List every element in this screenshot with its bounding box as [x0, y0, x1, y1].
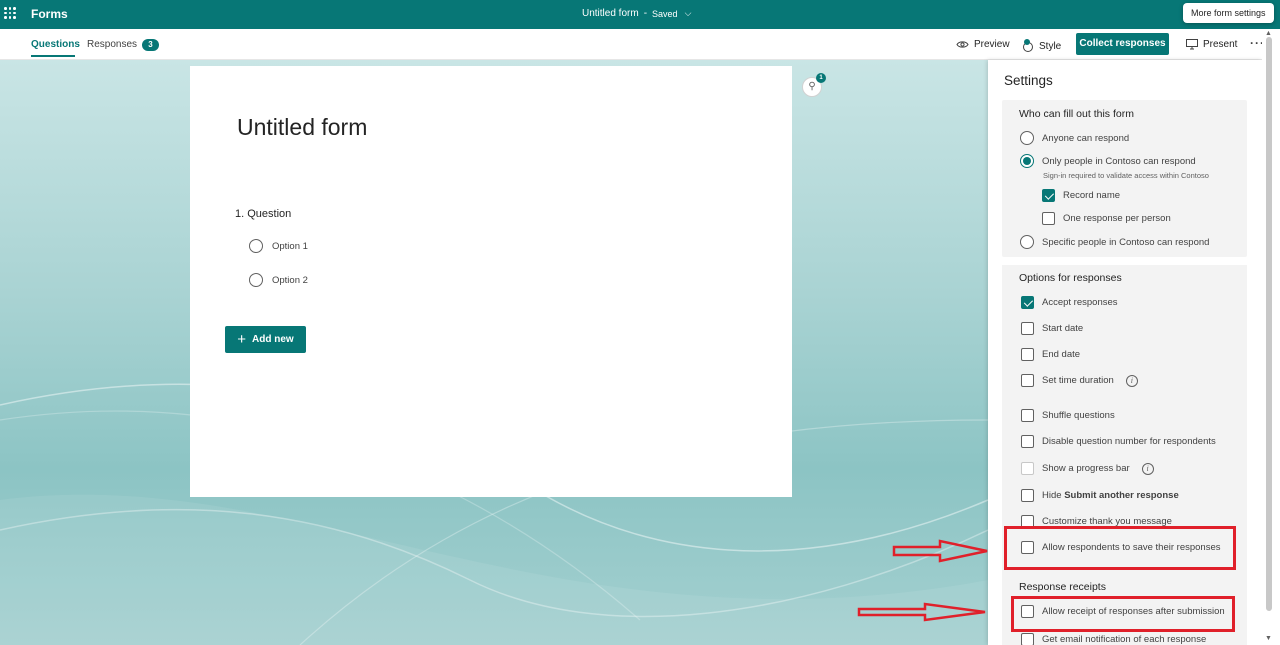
- tab-responses-label: Responses: [87, 39, 138, 50]
- highlight-allow-receipt: [1011, 596, 1235, 632]
- scroll-down-icon[interactable]: ▼: [1265, 635, 1272, 642]
- option-label: Option 2: [272, 274, 308, 286]
- palette-icon: [1023, 39, 1033, 52]
- checkbox[interactable]: [1021, 409, 1034, 422]
- chevron-down-icon: ⌵: [684, 8, 692, 18]
- one-response-checkbox[interactable]: One response per person: [1042, 212, 1171, 225]
- checkbox[interactable]: [1021, 489, 1034, 502]
- highlight-save-responses: [1004, 526, 1236, 570]
- document-title: Untitled form: [582, 8, 639, 19]
- checkbox-label: End date: [1042, 349, 1081, 360]
- checkbox-disabled[interactable]: [1021, 462, 1034, 475]
- add-new-button[interactable]: + Add new: [225, 326, 306, 353]
- checkbox-label: Accept responses: [1042, 297, 1118, 308]
- checkbox[interactable]: [1021, 435, 1034, 448]
- hide-bold-text: Submit another response: [1064, 490, 1179, 501]
- org-only-option[interactable]: Only people in Contoso can respond: [1020, 154, 1196, 168]
- option-label: Only people in Contoso can respond: [1042, 155, 1196, 167]
- org-sign-in-note: Sign-in required to validate access with…: [1043, 171, 1209, 180]
- checkbox[interactable]: [1021, 633, 1034, 645]
- question-option-2[interactable]: Option 2: [249, 273, 308, 287]
- checkbox-label: Set time duration: [1042, 375, 1114, 386]
- eye-icon: [956, 41, 969, 48]
- anyone-can-respond-option[interactable]: Anyone can respond: [1020, 131, 1129, 145]
- end-date-checkbox[interactable]: End date: [1021, 348, 1080, 361]
- question-title[interactable]: 1. Question: [235, 208, 291, 220]
- radio-button[interactable]: [1020, 131, 1034, 145]
- checkbox[interactable]: [1021, 322, 1034, 335]
- add-new-label: Add new: [252, 334, 294, 345]
- top-app-bar: Forms Untitled form - Saved ⌵ More form …: [0, 0, 1280, 29]
- ideas-count-badge: 1: [816, 73, 826, 83]
- receipts-section-title: Response receipts: [1019, 581, 1106, 593]
- option-label: Option 1: [272, 240, 308, 252]
- collect-responses-button[interactable]: Collect responses: [1076, 33, 1169, 55]
- title-separator: -: [643, 8, 648, 19]
- question-option-1[interactable]: Option 1: [249, 239, 308, 253]
- info-icon[interactable]: i: [1125, 374, 1138, 387]
- style-label: Style: [1039, 40, 1062, 52]
- command-bar: Questions Responses 3 Preview Style Colle…: [0, 29, 1270, 60]
- checkbox[interactable]: [1042, 212, 1055, 225]
- scroll-thumb[interactable]: [1266, 37, 1272, 611]
- checkbox-label: Get email notification of each response: [1042, 634, 1207, 645]
- accept-responses-checkbox[interactable]: Accept responses: [1021, 296, 1118, 309]
- start-date-checkbox[interactable]: Start date: [1021, 322, 1083, 335]
- who-section-title: Who can fill out this form: [1019, 108, 1134, 120]
- settings-title: Settings: [1004, 73, 1053, 88]
- responses-count-badge: 3: [142, 39, 160, 51]
- checkbox-label: Start date: [1042, 323, 1084, 334]
- form-title[interactable]: Untitled form: [237, 114, 367, 141]
- form-card: Untitled form 1. Question Option 1 Optio…: [190, 66, 792, 497]
- radio-button[interactable]: [1020, 235, 1034, 249]
- checkbox[interactable]: [1021, 374, 1034, 387]
- disable-question-number-checkbox[interactable]: Disable question number for respondents: [1021, 435, 1216, 448]
- checkbox-checked[interactable]: [1042, 189, 1055, 202]
- email-notification-checkbox[interactable]: Get email notification of each response: [1021, 633, 1206, 645]
- option-label: Specific people in Contoso can respond: [1042, 236, 1210, 248]
- time-duration-checkbox[interactable]: Set time duration i: [1021, 374, 1138, 387]
- option-label: Anyone can respond: [1042, 132, 1130, 144]
- hide-prefix: Hide: [1042, 490, 1062, 501]
- app-launcher-icon[interactable]: [4, 7, 16, 19]
- checkbox[interactable]: [1021, 348, 1034, 361]
- checkbox-label: Shuffle questions: [1042, 410, 1115, 421]
- checkbox-label: One response per person: [1063, 213, 1171, 224]
- monitor-icon: [1186, 39, 1198, 50]
- options-section-title: Options for responses: [1019, 272, 1122, 284]
- option-radio[interactable]: [249, 239, 263, 253]
- checkbox-label: Record name: [1063, 190, 1121, 201]
- present-label: Present: [1203, 39, 1238, 50]
- more-settings-tooltip: More form settings: [1183, 3, 1274, 23]
- present-button[interactable]: Present: [1186, 39, 1237, 50]
- annotation-arrow-icon: [892, 539, 988, 563]
- plus-icon: +: [237, 331, 247, 348]
- preview-label: Preview: [974, 39, 1010, 50]
- specific-people-option[interactable]: Specific people in Contoso can respond: [1020, 235, 1209, 249]
- radio-button-selected[interactable]: [1020, 154, 1034, 168]
- scroll-up-icon[interactable]: ▲: [1265, 30, 1272, 37]
- hide-submit-another-checkbox[interactable]: Hide Submit another response: [1021, 489, 1179, 502]
- document-title-menu[interactable]: Untitled form - Saved ⌵: [582, 8, 691, 19]
- shuffle-questions-checkbox[interactable]: Shuffle questions: [1021, 409, 1115, 422]
- tab-questions[interactable]: Questions: [31, 39, 80, 50]
- option-radio[interactable]: [249, 273, 263, 287]
- preview-button[interactable]: Preview: [956, 39, 1010, 50]
- active-tab-indicator: [31, 55, 75, 57]
- page-scrollbar[interactable]: ▲ ▼: [1262, 29, 1280, 645]
- info-icon[interactable]: i: [1141, 462, 1154, 475]
- app-name[interactable]: Forms: [31, 7, 68, 21]
- checkbox-label: Show a progress bar: [1042, 463, 1130, 474]
- checkbox-label: Hide Submit another response: [1042, 490, 1179, 501]
- style-button[interactable]: Style: [1022, 39, 1061, 53]
- tab-responses[interactable]: Responses 3: [87, 39, 160, 51]
- save-status: Saved: [652, 8, 678, 19]
- record-name-checkbox[interactable]: Record name: [1042, 189, 1120, 202]
- annotation-arrow-icon: [857, 602, 986, 622]
- progress-bar-checkbox[interactable]: Show a progress bar i: [1021, 462, 1154, 475]
- checkbox-checked[interactable]: [1021, 296, 1034, 309]
- checkbox-label: Disable question number for respondents: [1042, 436, 1216, 447]
